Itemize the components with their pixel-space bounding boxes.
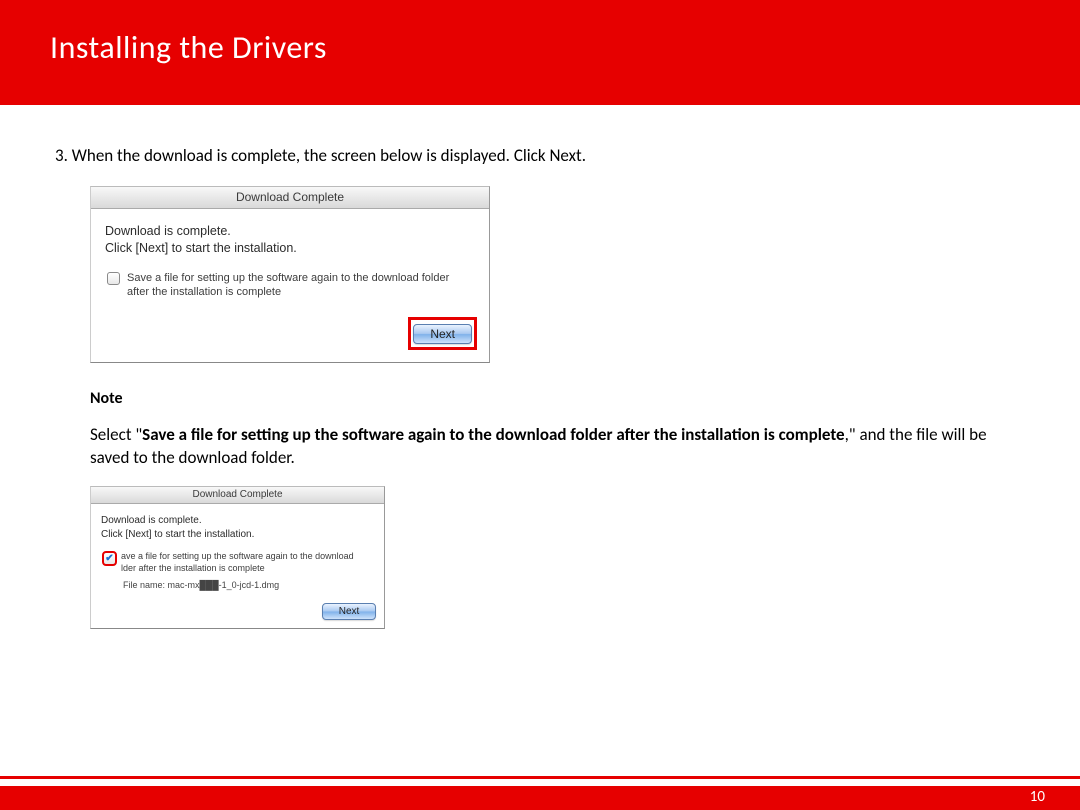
step-body: When the download is complete, the scree… <box>72 145 586 166</box>
note-bold: Save a file for setting up the software … <box>142 424 844 445</box>
content-area: 3. When the download is complete, the sc… <box>0 105 1080 629</box>
step-text: 3. When the download is complete, the sc… <box>55 145 1025 168</box>
save-file-checkbox-checked[interactable]: ✔ <box>103 552 116 565</box>
save-file-checkbox-label: Save a file for setting up the software … <box>127 271 473 300</box>
note-prefix: Select " <box>90 424 142 445</box>
filename-row: File name: mac-mx███-1_0-jcd-1.dmg <box>123 579 374 591</box>
dialog1-line2: Click [Next] to start the installation. <box>105 240 475 257</box>
dialog1-titlebar: Download Complete <box>91 187 489 209</box>
dialog2-line2: Click [Next] to start the installation. <box>101 528 374 542</box>
save-file-checkbox-label-2: ave a file for setting up the software a… <box>121 551 354 574</box>
footer-bar: 10 <box>0 780 1080 810</box>
step-number: 3. <box>55 145 68 166</box>
note-body: Select "Save a file for setting up the s… <box>90 424 1025 470</box>
next-button-2[interactable]: Next <box>322 603 376 621</box>
note-block: Note Select "Save a file for setting up … <box>90 388 1025 629</box>
dialog1-line1: Download is complete. <box>105 223 475 240</box>
next-button-highlight: Next <box>408 317 477 350</box>
dialog-download-complete-1: Download Complete Download is complete. … <box>90 186 490 363</box>
chk-label-part-b: lder after the installation is complete <box>121 563 265 573</box>
chk-label-part-a: ave a file for setting up the software a… <box>121 551 354 561</box>
header-band: Installing the Drivers <box>0 0 1080 105</box>
dialog2-line1: Download is complete. <box>101 514 374 528</box>
dialog-download-complete-2: Download Complete Download is complete. … <box>90 486 385 630</box>
page-number: 10 <box>1030 788 1045 806</box>
page-title: Installing the Drivers <box>50 28 1080 67</box>
next-button[interactable]: Next <box>413 324 472 344</box>
save-file-checkbox[interactable] <box>107 272 120 285</box>
note-heading: Note <box>90 388 1025 410</box>
dialog2-titlebar: Download Complete <box>91 487 384 505</box>
